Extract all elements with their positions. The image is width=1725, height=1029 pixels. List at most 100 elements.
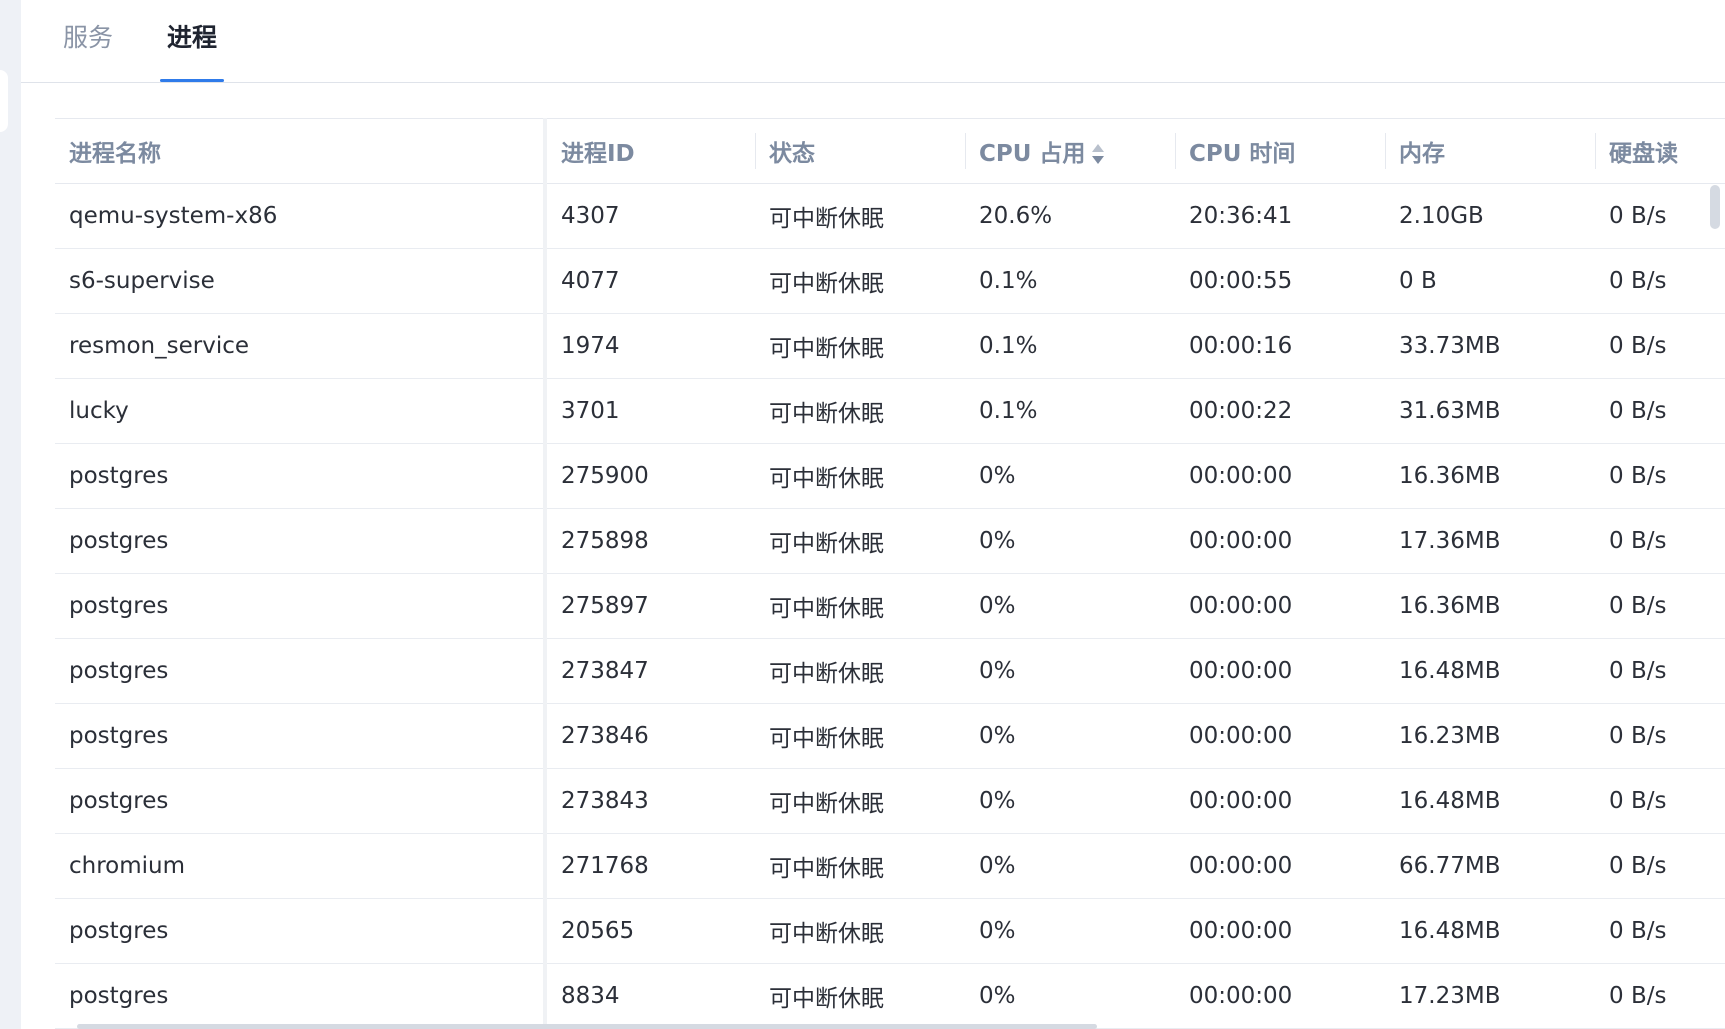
cell-status: 可中断休眠	[755, 443, 965, 509]
cell-process-name: qemu-system-x86	[55, 183, 547, 249]
cell-pid: 4077	[545, 248, 755, 314]
cell-memory: 2.10GB	[1385, 183, 1595, 249]
cell-pid: 275900	[545, 443, 755, 509]
column-header-label: 进程ID	[561, 141, 635, 167]
cell-status: 可中断休眠	[755, 573, 965, 639]
cell-process-name: s6-supervise	[55, 248, 547, 314]
tab-bar: 服务 进程	[21, 0, 1725, 83]
column-separator	[1595, 133, 1596, 169]
cell-process-name: postgres	[55, 573, 547, 639]
cell-cpu-time: 00:00:00	[1175, 443, 1385, 509]
table-row[interactable]: qemu-system-x86 4307 可中断休眠 20.6% 20:36:4…	[55, 183, 1725, 249]
cell-disk-read: 0 B/s	[1595, 248, 1725, 314]
column-header-label: CPU 占用	[979, 141, 1086, 167]
cell-process-name: postgres	[55, 898, 547, 964]
cell-status: 可中断休眠	[755, 638, 965, 704]
cell-status: 可中断休眠	[755, 378, 965, 444]
sidebar-edge	[0, 0, 21, 1029]
column-header-disk-read[interactable]: 硬盘读	[1595, 118, 1725, 184]
sort-updown-icon[interactable]	[1091, 142, 1105, 168]
cell-cpu-time: 00:00:00	[1175, 963, 1385, 1029]
cell-cpu-time: 00:00:00	[1175, 898, 1385, 964]
cell-memory: 17.36MB	[1385, 508, 1595, 574]
cell-status: 可中断休眠	[755, 833, 965, 899]
cell-cpu-usage: 0.1%	[965, 248, 1175, 314]
cell-disk-read: 0 B/s	[1595, 703, 1725, 769]
cell-cpu-usage: 0.1%	[965, 313, 1175, 379]
column-header-cpu-time[interactable]: CPU 时间	[1175, 118, 1385, 184]
column-separator	[755, 133, 756, 169]
cell-process-name: lucky	[55, 378, 547, 444]
table-row[interactable]: postgres 8834 可中断休眠 0% 00:00:00 17.23MB …	[55, 963, 1725, 1029]
column-header-memory[interactable]: 内存	[1385, 118, 1595, 184]
column-header-label: 进程名称	[69, 141, 161, 167]
table-row[interactable]: postgres 273847 可中断休眠 0% 00:00:00 16.48M…	[55, 638, 1725, 704]
cell-cpu-time: 00:00:22	[1175, 378, 1385, 444]
column-header-label: 硬盘读	[1609, 141, 1678, 167]
cell-memory: 16.23MB	[1385, 703, 1595, 769]
table-row[interactable]: s6-supervise 4077 可中断休眠 0.1% 00:00:55 0 …	[55, 248, 1725, 314]
table-row[interactable]: resmon_service 1974 可中断休眠 0.1% 00:00:16 …	[55, 313, 1725, 379]
column-separator	[1175, 133, 1176, 169]
column-header-cpu-usage[interactable]: CPU 占用	[965, 118, 1175, 184]
table-row[interactable]: postgres 275897 可中断休眠 0% 00:00:00 16.36M…	[55, 573, 1725, 639]
cell-memory: 0 B	[1385, 248, 1595, 314]
cell-disk-read: 0 B/s	[1595, 313, 1725, 379]
horizontal-scrollbar[interactable]	[77, 1024, 1097, 1029]
cell-cpu-time: 00:00:00	[1175, 703, 1385, 769]
column-separator	[965, 133, 966, 169]
table-row[interactable]: postgres 273843 可中断休眠 0% 00:00:00 16.48M…	[55, 768, 1725, 834]
active-tab-indicator	[160, 79, 224, 82]
cell-disk-read: 0 B/s	[1595, 573, 1725, 639]
tab-services[interactable]: 服务	[63, 20, 113, 64]
column-header-status[interactable]: 状态	[755, 118, 965, 184]
column-header-label: CPU 时间	[1189, 141, 1296, 167]
cell-memory: 16.36MB	[1385, 443, 1595, 509]
cell-pid: 273847	[545, 638, 755, 704]
cell-pid: 8834	[545, 963, 755, 1029]
cell-process-name: postgres	[55, 638, 547, 704]
cell-pid: 273846	[545, 703, 755, 769]
table-row[interactable]: lucky 3701 可中断休眠 0.1% 00:00:22 31.63MB 0…	[55, 378, 1725, 444]
table-row[interactable]: postgres 20565 可中断休眠 0% 00:00:00 16.48MB…	[55, 898, 1725, 964]
cell-status: 可中断休眠	[755, 963, 965, 1029]
cell-disk-read: 0 B/s	[1595, 378, 1725, 444]
cell-disk-read: 0 B/s	[1595, 508, 1725, 574]
cell-cpu-usage: 0%	[965, 508, 1175, 574]
sidebar-edge-notch	[0, 70, 8, 132]
cell-disk-read: 0 B/s	[1595, 768, 1725, 834]
column-header-label: 内存	[1399, 141, 1445, 167]
cell-process-name: postgres	[55, 443, 547, 509]
cell-disk-read: 0 B/s	[1595, 183, 1725, 249]
column-header-pid[interactable]: 进程ID	[545, 118, 755, 184]
process-table: 进程名称 进程ID 状态 CPU 占用 CPU 时间 内存 硬盘读 qemu-s…	[55, 118, 1725, 1029]
column-separator	[1385, 133, 1386, 169]
cell-process-name: chromium	[55, 833, 547, 899]
cell-cpu-time: 00:00:55	[1175, 248, 1385, 314]
cell-cpu-usage: 0%	[965, 573, 1175, 639]
cell-memory: 33.73MB	[1385, 313, 1595, 379]
cell-memory: 17.23MB	[1385, 963, 1595, 1029]
table-row[interactable]: chromium 271768 可中断休眠 0% 00:00:00 66.77M…	[55, 833, 1725, 899]
cell-cpu-usage: 0%	[965, 443, 1175, 509]
cell-cpu-usage: 0%	[965, 898, 1175, 964]
column-header-process-name[interactable]: 进程名称	[55, 118, 547, 184]
table-row[interactable]: postgres 275898 可中断休眠 0% 00:00:00 17.36M…	[55, 508, 1725, 574]
process-panel: 服务 进程 进程名称 进程ID 状态 CPU 占用 CPU 时间 内存 硬盘读 …	[21, 0, 1725, 1029]
tab-processes[interactable]: 进程	[167, 20, 217, 64]
cell-status: 可中断休眠	[755, 248, 965, 314]
cell-status: 可中断休眠	[755, 898, 965, 964]
cell-disk-read: 0 B/s	[1595, 963, 1725, 1029]
cell-status: 可中断休眠	[755, 508, 965, 574]
cell-status: 可中断休眠	[755, 703, 965, 769]
cell-disk-read: 0 B/s	[1595, 898, 1725, 964]
table-row[interactable]: postgres 273846 可中断休眠 0% 00:00:00 16.23M…	[55, 703, 1725, 769]
cell-process-name: postgres	[55, 768, 547, 834]
cell-cpu-time: 00:00:00	[1175, 833, 1385, 899]
vertical-scrollbar[interactable]	[1710, 185, 1720, 229]
table-row[interactable]: postgres 275900 可中断休眠 0% 00:00:00 16.36M…	[55, 443, 1725, 509]
table-body: qemu-system-x86 4307 可中断休眠 20.6% 20:36:4…	[55, 183, 1725, 1029]
process-table-container: 进程名称 进程ID 状态 CPU 占用 CPU 时间 内存 硬盘读 qemu-s…	[55, 118, 1725, 1029]
cell-pid: 273843	[545, 768, 755, 834]
cell-cpu-usage: 0%	[965, 638, 1175, 704]
